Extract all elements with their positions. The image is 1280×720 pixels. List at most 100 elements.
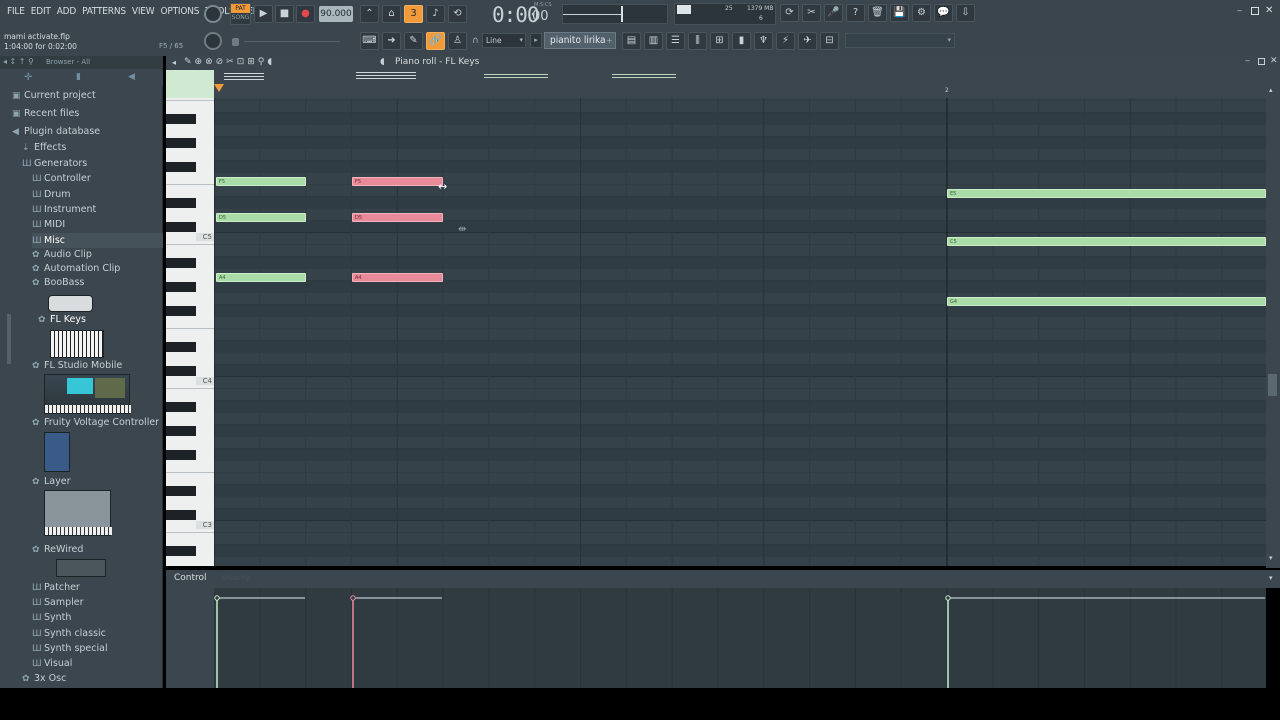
- browser-item-layer[interactable]: ✿ Layer: [32, 474, 71, 489]
- timeline-ruler[interactable]: 2: [214, 84, 1266, 98]
- vertical-scrollbar[interactable]: ▴ ▾: [1266, 84, 1280, 568]
- browser-item-plugin-database[interactable]: ◀ Plugin database: [12, 124, 100, 139]
- window-max-icon[interactable]: [1258, 58, 1265, 65]
- control-param[interactable]: Velocity: [222, 574, 249, 582]
- browser-item-misc[interactable]: Ш Misc: [32, 233, 163, 248]
- browser-item-patcher[interactable]: Ш Patcher: [32, 580, 80, 595]
- browser-icon[interactable]: ▮: [732, 32, 751, 50]
- browser-item-current-project[interactable]: ▣ Current project: [12, 88, 96, 103]
- playhead-marker[interactable]: [214, 84, 224, 92]
- countdown-button[interactable]: 3: [404, 5, 423, 23]
- black-key[interactable]: [166, 282, 196, 292]
- black-key[interactable]: [166, 486, 196, 496]
- menu-edit[interactable]: EDIT: [28, 6, 54, 20]
- scroll-down-icon[interactable]: ▾: [1269, 554, 1273, 562]
- plugin-picker-icon[interactable]: ♆: [754, 32, 773, 50]
- files-icon[interactable]: ▮: [76, 72, 81, 82]
- wait-input-button[interactable]: ⌂: [382, 5, 401, 23]
- help-arrow-icon[interactable]: ✈: [798, 32, 817, 50]
- minimize-icon[interactable]: ‒: [1237, 7, 1245, 15]
- note-e5[interactable]: E5: [947, 189, 1266, 198]
- menu-options[interactable]: OPTIONS: [157, 6, 202, 20]
- browser-item-generators[interactable]: Ш Generators: [22, 156, 87, 171]
- download-icon[interactable]: ⇩: [956, 4, 975, 22]
- browser-scrollbar[interactable]: [7, 314, 11, 364]
- browser-item-audio-clip[interactable]: ✿ Audio Clip: [32, 247, 92, 262]
- link-icon[interactable]: 🔗: [426, 32, 445, 50]
- black-key[interactable]: [166, 510, 196, 520]
- black-key[interactable]: [166, 366, 196, 376]
- output-icon[interactable]: ⊟: [820, 32, 839, 50]
- browser-item-drum[interactable]: Ш Drum: [32, 187, 71, 202]
- black-key[interactable]: [166, 426, 196, 436]
- channel-rack-icon[interactable]: ▤: [622, 32, 641, 50]
- note-g4[interactable]: G4: [947, 297, 1266, 306]
- note-a4[interactable]: A4: [352, 273, 443, 282]
- note-grid[interactable]: [214, 98, 1266, 566]
- browser-item-effects[interactable]: ⇣ Effects: [22, 140, 66, 155]
- undo-icon[interactable]: ⟳: [780, 4, 799, 22]
- chat-icon[interactable]: 💬: [934, 4, 953, 22]
- black-key[interactable]: [166, 342, 196, 352]
- mic-icon[interactable]: 🎤: [824, 4, 843, 22]
- black-key[interactable]: [166, 222, 196, 232]
- snap-magnet-icon[interactable]: ∩: [472, 36, 479, 46]
- blend-button[interactable]: ♪: [426, 5, 445, 23]
- pattern-prev-icon[interactable]: ▸: [530, 33, 542, 48]
- close-icon[interactable]: ✕: [1265, 5, 1273, 16]
- note-c5[interactable]: C5: [947, 237, 1266, 246]
- tempo-display[interactable]: 90.000: [319, 6, 353, 22]
- play-button[interactable]: ▶: [254, 5, 273, 23]
- control-label[interactable]: Control: [174, 573, 207, 583]
- draw-icon[interactable]: ✎: [404, 32, 423, 50]
- velocity-handle[interactable]: [350, 595, 356, 601]
- note-a4[interactable]: A4: [216, 273, 306, 282]
- browser-item-instrument[interactable]: Ш Instrument: [32, 202, 96, 217]
- piano-keyboard[interactable]: C5 C4 C3: [166, 98, 214, 566]
- black-key[interactable]: [166, 114, 196, 124]
- main-pitch-knob[interactable]: [204, 32, 222, 50]
- menu-patterns[interactable]: PATTERNS: [79, 6, 129, 20]
- browser-item-fl-keys[interactable]: ✿ FL Keys: [38, 312, 86, 327]
- menu-file[interactable]: FILE: [4, 6, 28, 20]
- browser-item-sampler[interactable]: Ш Sampler: [32, 595, 84, 610]
- velocity-handle[interactable]: [214, 595, 220, 601]
- overview-scroll[interactable]: [224, 73, 264, 81]
- window-close-icon[interactable]: ✕: [1270, 56, 1278, 66]
- browser-item-visual[interactable]: Ш Visual: [32, 656, 72, 671]
- mixer-view-icon[interactable]: ⫼: [688, 32, 707, 50]
- black-key[interactable]: [166, 258, 196, 268]
- scroll-thumb[interactable]: [1268, 374, 1277, 396]
- restore-icon[interactable]: [1251, 7, 1259, 15]
- browser-item-3x-osc[interactable]: ✿ 3x Osc: [22, 671, 66, 686]
- add-icon[interactable]: ✛: [24, 72, 32, 83]
- menu-add[interactable]: ADD: [54, 6, 79, 20]
- speaker-icon[interactable]: ◖: [380, 57, 385, 67]
- black-key[interactable]: [166, 306, 196, 316]
- browser-item-rewired[interactable]: ✿ ReWired: [32, 542, 83, 557]
- touch-keyboard-icon[interactable]: ⚡: [776, 32, 795, 50]
- record-button[interactable]: ●: [296, 5, 315, 23]
- browser-item-automation-clip[interactable]: ✿ Automation Clip: [32, 261, 120, 276]
- browser-item-synth[interactable]: Ш Synth: [32, 610, 71, 625]
- stop-button[interactable]: ■: [275, 5, 294, 23]
- browser-nav-icon[interactable]: ◂ ↕ ↑ ⚲: [3, 57, 34, 66]
- browser-item-recent-files[interactable]: ▣ Recent files: [12, 106, 79, 121]
- browser-item-controller[interactable]: Ш Controller: [32, 171, 91, 186]
- help-icon[interactable]: ?: [846, 4, 865, 22]
- piano-roll-icon[interactable]: ☰: [666, 32, 685, 50]
- browser-item-synth-special[interactable]: Ш Synth special: [32, 641, 108, 656]
- keyboard-icon[interactable]: ⌨: [360, 32, 379, 50]
- black-key[interactable]: [166, 162, 196, 172]
- channel-icon[interactable]: ⊞: [710, 32, 729, 50]
- black-key[interactable]: [166, 402, 196, 412]
- mixer-icon[interactable]: ✂: [802, 4, 821, 22]
- browser-item-fruity-voltage-controller[interactable]: ✿ Fruity Voltage Controller: [32, 415, 159, 430]
- snap-dropdown[interactable]: Line ▾: [482, 33, 526, 48]
- master-volume-slider[interactable]: [562, 4, 668, 24]
- note-d5[interactable]: D5: [352, 213, 443, 222]
- stamp-icon[interactable]: ♙: [448, 32, 467, 50]
- browser-item-boobass[interactable]: ✿ BooBass: [32, 275, 84, 290]
- piano-roll-tools[interactable]: ✎⊕⊗⊘✂⊡⊞⚲◖: [184, 57, 275, 67]
- loop-record-button[interactable]: ⟲: [448, 5, 467, 23]
